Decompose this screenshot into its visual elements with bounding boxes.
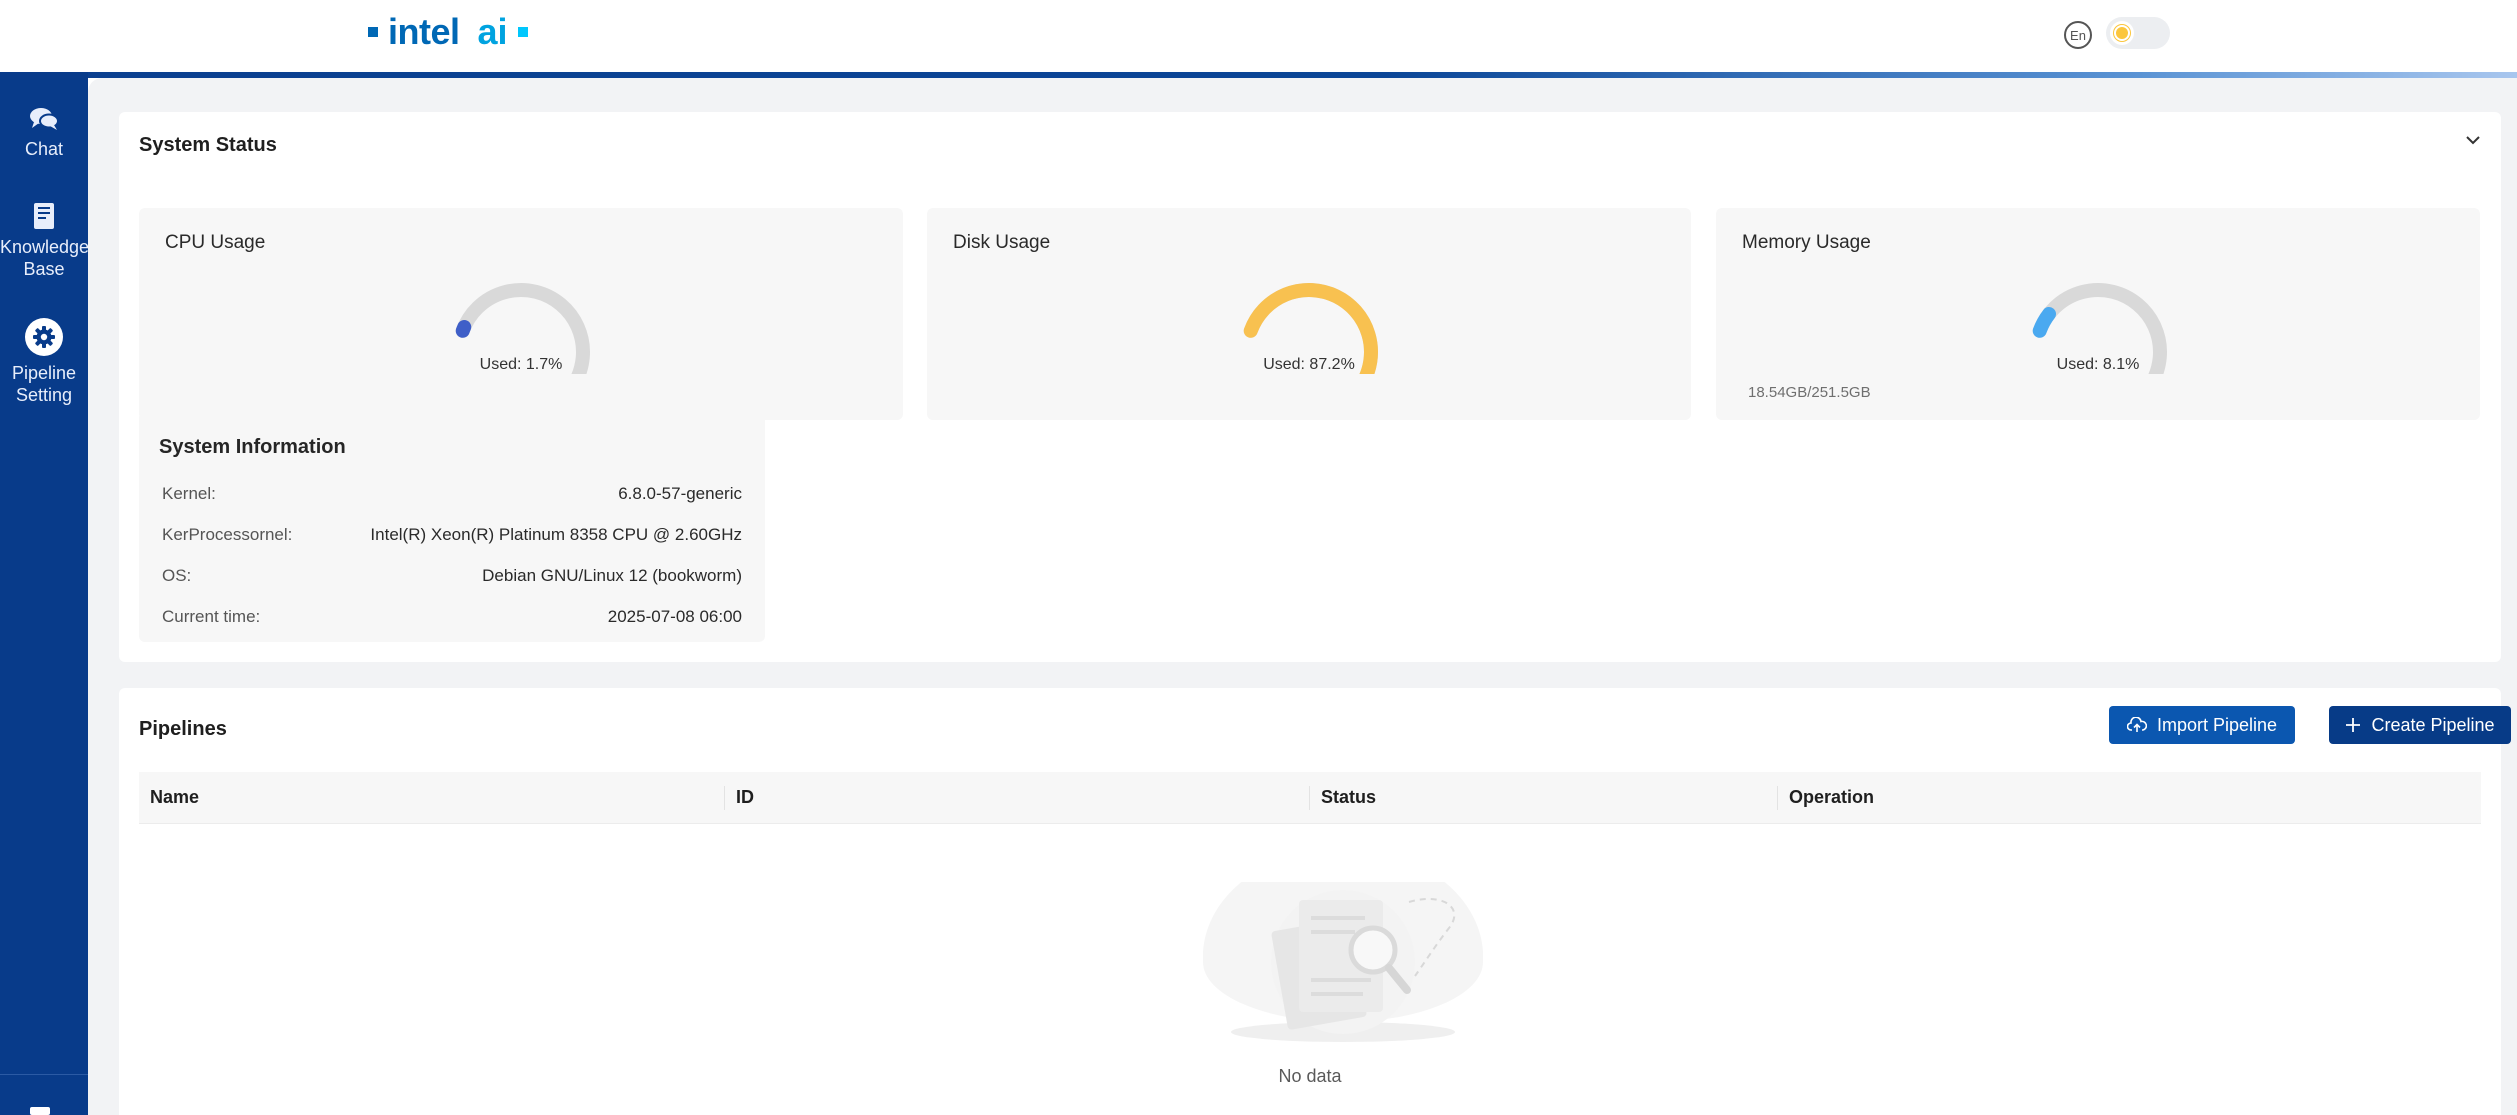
chat-icon [0, 106, 88, 132]
info-row-processor: KerProcessornel: Intel(R) Xeon(R) Platin… [162, 525, 742, 551]
column-header-name[interactable]: Name [150, 787, 199, 808]
column-header-id[interactable]: ID [736, 787, 754, 808]
info-value: Debian GNU/Linux 12 (bookworm) [482, 566, 742, 585]
logo-square-right [517, 27, 528, 37]
empty-state-text: No data [1278, 1066, 1342, 1086]
sidebar-item-knowledge-base[interactable]: Knowledge Base [0, 202, 90, 280]
pipelines-card: Pipelines Import Pipeline Create Pipelin… [119, 688, 2511, 1115]
plus-icon [2346, 718, 2361, 732]
sidebar: Chat Knowledge Base Pipeline Setting [0, 72, 90, 1115]
gear-icon [25, 318, 63, 356]
system-status-title: System Status [139, 134, 277, 156]
theme-toggle[interactable] [2106, 17, 2170, 49]
create-pipeline-label: Create Pipeline [2371, 714, 2495, 735]
create-pipeline-button[interactable]: Create Pipeline [2329, 706, 2511, 744]
logo-ai-text: ai [477, 11, 508, 52]
sidebar-item-pipeline-label-1: Pipeline [11, 363, 77, 383]
info-value: 6.8.0-57-generic [618, 484, 742, 503]
main-content: System Status CPU Usage Used: 1.7% Disk … [88, 78, 2517, 1115]
system-status-card: System Status CPU Usage Used: 1.7% Disk … [119, 112, 2501, 662]
column-header-operation[interactable]: Operation [1789, 787, 1874, 808]
column-header-status[interactable]: Status [1321, 787, 1376, 808]
info-value: 2025-07-08 06:00 [607, 607, 742, 626]
memory-usage-card: Memory Usage Used: 8.1% 18.54GB/251.5GB [1716, 208, 2480, 420]
info-key: KerProcessornel: [162, 525, 293, 544]
sidebar-item-pipeline-setting[interactable]: Pipeline Setting [0, 318, 88, 406]
top-header: intel ai En [0, 0, 2517, 72]
info-key: Current time: [162, 607, 261, 626]
import-pipeline-button[interactable]: Import Pipeline [2109, 706, 2295, 744]
disk-usage-title: Disk Usage [953, 232, 1051, 253]
column-divider [1777, 786, 1778, 810]
sidebar-item-chat-label: Chat [24, 139, 64, 159]
info-row-current-time: Current time: 2025-07-08 06:00 [162, 607, 742, 633]
intel-ai-logo: intel ai [368, 10, 528, 54]
system-information-title: System Information [159, 436, 346, 458]
memory-usage-title: Memory Usage [1742, 232, 1871, 253]
sidebar-divider [0, 1074, 88, 1075]
info-row-kernel: Kernel: 6.8.0-57-generic [162, 484, 742, 510]
column-divider [724, 786, 725, 810]
info-value: Intel(R) Xeon(R) Platinum 8358 CPU @ 2.6… [370, 525, 742, 544]
cloud-upload-icon [2126, 717, 2147, 732]
pipelines-table-header: Name ID Status Operation [139, 772, 2481, 824]
column-divider [1309, 786, 1310, 810]
sun-icon [2116, 27, 2128, 39]
info-row-os: OS: Debian GNU/Linux 12 (bookworm) [162, 566, 742, 592]
language-switch-button[interactable]: En [2064, 21, 2092, 49]
sidebar-item-knowledge-label-1: Knowledge [0, 237, 90, 257]
cpu-usage-title: CPU Usage [165, 232, 266, 253]
document-icon [0, 202, 88, 230]
memory-usage-value: Used: 8.1% [2056, 356, 2140, 373]
sidebar-item-pipeline-label-2: Setting [15, 385, 73, 405]
disk-usage-value: Used: 87.2% [1263, 356, 1355, 373]
logo-intel-text: intel [388, 11, 460, 52]
sidebar-item-chat[interactable]: Chat [0, 106, 88, 160]
info-key: Kernel: [162, 484, 216, 503]
info-key: OS: [162, 566, 192, 585]
cpu-usage-value: Used: 1.7% [479, 356, 563, 373]
import-pipeline-label: Import Pipeline [2156, 714, 2278, 735]
logo-square-left [368, 27, 378, 37]
collapse-icon[interactable] [30, 1107, 50, 1115]
pipelines-title: Pipelines [139, 718, 227, 740]
chevron-down-icon[interactable] [2465, 132, 2481, 150]
disk-usage-card: Disk Usage Used: 87.2% [927, 208, 1691, 420]
cpu-usage-card: CPU Usage Used: 1.7% [139, 208, 903, 420]
system-information-card: System Information Kernel: 6.8.0-57-gene… [139, 412, 765, 642]
empty-state-illustration [1203, 882, 1483, 1042]
memory-usage-detail: 18.54GB/251.5GB [1748, 384, 1871, 401]
theme-toggle-knob [2110, 21, 2134, 45]
sidebar-item-knowledge-label-2: Base [23, 259, 65, 279]
